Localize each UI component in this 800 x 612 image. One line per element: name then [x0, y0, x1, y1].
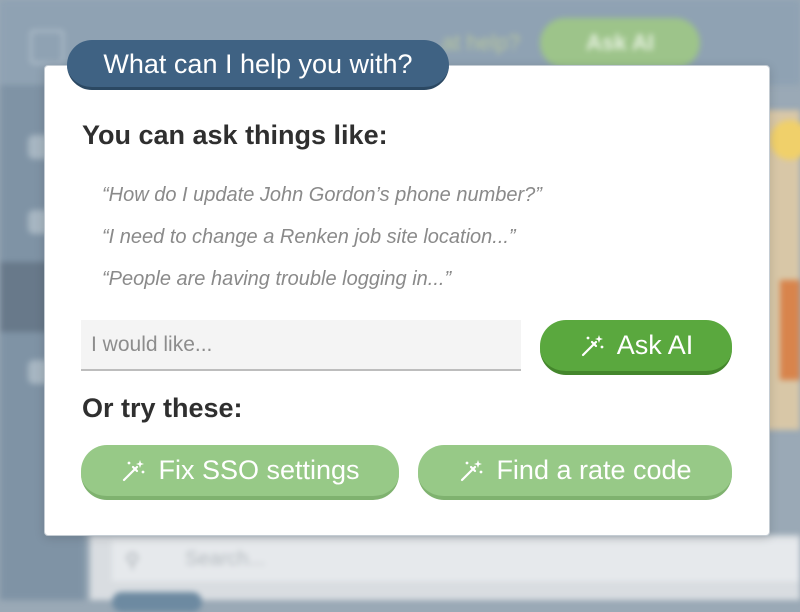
suggestion-label: Fix SSO settings — [158, 455, 360, 485]
dialog-title: What can I help you with? — [67, 40, 449, 90]
search-icon: ⚲ — [125, 550, 140, 572]
ask-ai-button-label: Ask AI — [616, 330, 694, 360]
example-questions-list: “How do I update John Gordon’s phone num… — [102, 180, 542, 306]
fix-sso-settings-button[interactable]: Fix SSO settings — [81, 445, 399, 500]
suggestion-label: Find a rate code — [496, 455, 692, 485]
background-pill — [112, 592, 202, 612]
magic-wand-icon — [461, 459, 483, 481]
background-ask-ai-button: Ask AI — [540, 18, 700, 68]
background-menu-icon — [30, 30, 64, 64]
example-question: “People are having trouble logging in...… — [102, 268, 452, 290]
ask-ai-button[interactable]: Ask AI — [540, 320, 732, 375]
examples-heading: You can ask things like: — [82, 120, 388, 150]
background-search-placeholder: Search... — [185, 548, 266, 570]
magic-wand-icon — [123, 459, 145, 481]
find-rate-code-button[interactable]: Find a rate code — [418, 445, 732, 500]
background-image-detail — [780, 280, 800, 380]
example-question: “How do I update John Gordon’s phone num… — [102, 184, 542, 206]
ask-input[interactable] — [81, 320, 521, 371]
magic-wand-icon — [581, 334, 604, 356]
example-question: “I need to change a Renken job site loca… — [102, 226, 516, 248]
suggestions-heading: Or try these: — [82, 393, 243, 423]
